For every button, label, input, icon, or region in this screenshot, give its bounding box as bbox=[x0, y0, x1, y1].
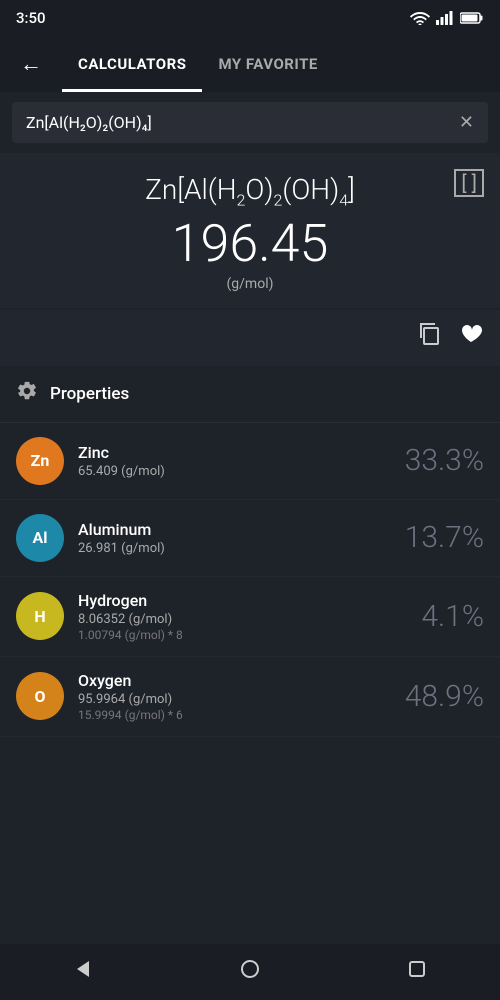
element-detail: 1.00794 (g/mol) * 8 bbox=[78, 628, 407, 642]
element-symbol: Al bbox=[33, 528, 48, 547]
clear-button[interactable]: ✕ bbox=[459, 112, 474, 133]
element-info: Hydrogen 8.06352 (g/mol) 1.00794 (g/mol)… bbox=[78, 591, 407, 642]
element-info: Zinc 65.409 (g/mol) bbox=[78, 443, 391, 479]
element-info: Aluminum 26.981 (g/mol) bbox=[78, 520, 391, 556]
element-name: Oxygen bbox=[78, 671, 391, 690]
bracket-button[interactable]: [ ] bbox=[454, 169, 484, 197]
bottom-nav bbox=[0, 944, 500, 1000]
formula-display: Zn[Al(H2O)2(OH)4] bbox=[20, 173, 480, 210]
element-name: Aluminum bbox=[78, 520, 391, 539]
search-value: Zn[Al(H₂O)₂(OH)₄] bbox=[26, 113, 459, 132]
status-time: 3:50 bbox=[16, 9, 46, 27]
element-detail: 15.9994 (g/mol) * 6 bbox=[78, 708, 391, 722]
element-name: Hydrogen bbox=[78, 591, 407, 610]
wifi-icon bbox=[410, 11, 430, 25]
tab-my-favorite[interactable]: MY FAVORITE bbox=[202, 36, 333, 92]
element-percent: 4.1% bbox=[421, 599, 484, 634]
recents-nav-icon[interactable] bbox=[407, 959, 427, 985]
element-badge: Zn bbox=[16, 437, 64, 485]
formula-card: [ ] Zn[Al(H2O)2(OH)4] 196.45 (g/mol) bbox=[0, 153, 500, 308]
element-percent: 33.3% bbox=[405, 443, 484, 478]
elements-list: Zn Zinc 65.409 (g/mol) 33.3% Al Aluminum… bbox=[0, 423, 500, 737]
element-row: H Hydrogen 8.06352 (g/mol) 1.00794 (g/mo… bbox=[0, 577, 500, 657]
element-symbol: H bbox=[34, 607, 45, 626]
element-mass: 26.981 (g/mol) bbox=[78, 541, 391, 556]
molar-mass-unit: (g/mol) bbox=[20, 276, 480, 292]
back-nav-icon[interactable] bbox=[73, 959, 93, 985]
element-badge: H bbox=[16, 592, 64, 640]
element-badge: O bbox=[16, 672, 64, 720]
nav-tabs: CALCULATORS MY FAVORITE bbox=[62, 36, 484, 92]
element-percent: 48.9% bbox=[405, 679, 484, 714]
signal-icon bbox=[436, 11, 454, 25]
element-badge: Al bbox=[16, 514, 64, 562]
gear-icon bbox=[16, 380, 38, 408]
top-nav: ← CALCULATORS MY FAVORITE bbox=[0, 36, 500, 92]
back-button[interactable]: ← bbox=[16, 47, 46, 81]
element-info: Oxygen 95.9964 (g/mol) 15.9994 (g/mol) *… bbox=[78, 671, 391, 722]
element-row: Zn Zinc 65.409 (g/mol) 33.3% bbox=[0, 423, 500, 500]
home-nav-icon[interactable] bbox=[240, 959, 260, 985]
status-icons bbox=[410, 11, 484, 25]
properties-label: Properties bbox=[50, 384, 129, 404]
favorite-button[interactable] bbox=[458, 320, 484, 352]
search-bar: Zn[Al(H₂O)₂(OH)₄] ✕ bbox=[12, 102, 488, 143]
element-name: Zinc bbox=[78, 443, 391, 462]
battery-icon bbox=[460, 12, 484, 24]
element-symbol: Zn bbox=[31, 451, 50, 470]
properties-header: Properties bbox=[0, 366, 500, 423]
copy-button[interactable] bbox=[416, 320, 442, 352]
element-mass: 65.409 (g/mol) bbox=[78, 464, 391, 479]
element-row: Al Aluminum 26.981 (g/mol) 13.7% bbox=[0, 500, 500, 577]
molar-mass-value: 196.45 bbox=[20, 218, 480, 270]
status-bar: 3:50 bbox=[0, 0, 500, 36]
tab-calculators[interactable]: CALCULATORS bbox=[62, 36, 202, 92]
element-row: O Oxygen 95.9964 (g/mol) 15.9994 (g/mol)… bbox=[0, 657, 500, 737]
element-percent: 13.7% bbox=[405, 520, 484, 555]
element-symbol: O bbox=[34, 687, 45, 706]
action-row bbox=[0, 310, 500, 366]
element-mass: 95.9964 (g/mol) bbox=[78, 692, 391, 707]
element-mass: 8.06352 (g/mol) bbox=[78, 612, 407, 627]
